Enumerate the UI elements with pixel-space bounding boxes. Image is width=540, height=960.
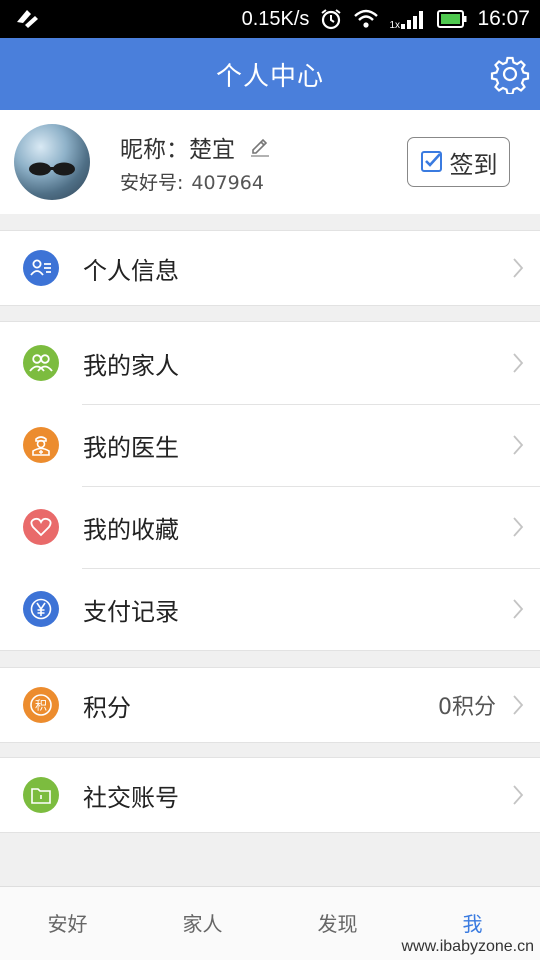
menu-item-doctor[interactable]: 我的医生 (0, 404, 540, 486)
chevron-right-icon (513, 258, 524, 278)
menu-item-personal-info[interactable]: 个人信息 (0, 231, 540, 305)
points-icon-glyph: 积 (35, 699, 47, 713)
doctor-icon (23, 427, 59, 463)
app-header: 个人中心 (0, 38, 540, 110)
menu-group-points: 积 积分 0积分 (0, 667, 540, 743)
menu-label: 积分 (83, 693, 131, 722)
folder-icon (23, 777, 59, 813)
menu-group-main: 我的家人 我的医生 我的收藏 支付记录 (0, 321, 540, 651)
points-icon: 积 (23, 687, 59, 723)
avatar-glasses (29, 162, 75, 176)
heart-icon (23, 509, 59, 545)
menu-label: 社交账号 (83, 783, 179, 812)
menu-item-social-accounts[interactable]: 社交账号 (0, 758, 540, 832)
user-id-line: 安好号: 407964 (120, 168, 264, 195)
signal-icon: 1x (389, 7, 427, 31)
menu-item-points[interactable]: 积 积分 0积分 (0, 668, 540, 742)
menu-item-payments[interactable]: 支付记录 (0, 568, 540, 650)
network-speed: 0.15K/s (241, 7, 310, 30)
clock: 16:07 (477, 7, 530, 30)
tab-anhao[interactable]: 安好 (0, 887, 135, 960)
contact-card-icon (23, 250, 59, 286)
menu-item-favorites[interactable]: 我的收藏 (0, 486, 540, 568)
wifi-icon (354, 9, 379, 28)
chevron-right-icon (513, 353, 524, 373)
user-id-value: 407964 (191, 172, 264, 194)
menu-group-social: 社交账号 (0, 757, 540, 833)
menu-label: 我的家人 (83, 351, 179, 380)
checkbox-check-icon (420, 151, 442, 172)
menu-label: 个人信息 (83, 256, 179, 285)
menu-label: 支付记录 (83, 597, 179, 626)
chevron-right-icon (513, 517, 524, 537)
yen-icon (23, 591, 59, 627)
notification-icon (17, 10, 38, 28)
pencil-icon[interactable] (249, 136, 271, 158)
nickname-label: 昵称： (120, 137, 189, 163)
menu-label: 我的收藏 (83, 515, 179, 544)
tab-family[interactable]: 家人 (135, 887, 270, 960)
menu-group-info: 个人信息 (0, 230, 540, 306)
nickname: 楚宜 (189, 137, 235, 163)
user-id-label: 安好号: (120, 172, 184, 194)
tab-discover[interactable]: 发现 (270, 887, 405, 960)
people-icon (23, 345, 59, 381)
network-type: 1x (389, 20, 400, 31)
status-bar: 0.15K/s 1x 16:07 (0, 0, 540, 38)
chevron-right-icon (513, 599, 524, 619)
battery-icon (437, 10, 467, 28)
menu-item-family[interactable]: 我的家人 (0, 322, 540, 404)
page-title: 个人中心 (215, 61, 324, 92)
chevron-right-icon (513, 435, 524, 455)
alarm-icon (321, 9, 342, 30)
nickname-line: 昵称： 楚宜 (120, 130, 271, 164)
menu-label: 我的医生 (83, 433, 179, 462)
chevron-right-icon (513, 695, 524, 715)
watermark: www.ibabyzone.cn (401, 938, 534, 955)
gear-icon[interactable] (490, 54, 530, 94)
signin-label: 签到 (449, 150, 498, 179)
chevron-right-icon (513, 785, 524, 805)
points-value: 0积分 (438, 695, 496, 720)
signin-button[interactable]: 签到 (407, 137, 510, 187)
avatar[interactable] (14, 124, 90, 200)
profile-card: 昵称： 楚宜 安好号: 407964 签到 (0, 110, 540, 214)
